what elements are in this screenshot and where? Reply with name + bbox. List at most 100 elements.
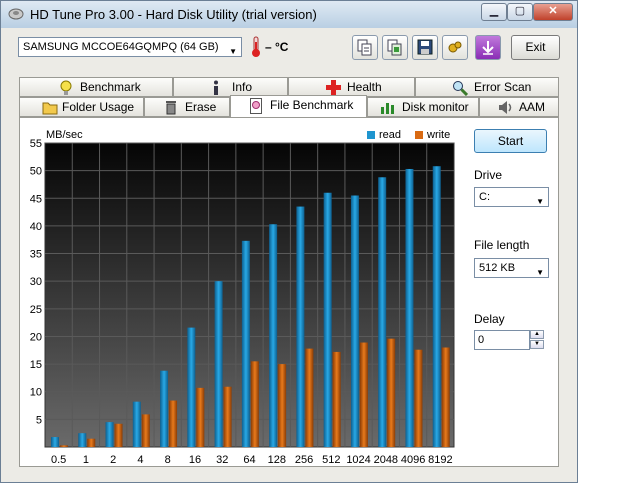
save-button[interactable] xyxy=(412,35,438,60)
tab-label: Health xyxy=(347,80,382,94)
legend-write-swatch xyxy=(415,131,423,139)
tab-info[interactable]: Info xyxy=(173,77,288,97)
x-tick-label: 128 xyxy=(268,454,286,466)
start-button[interactable]: Start xyxy=(474,129,547,153)
bar-read xyxy=(132,401,141,447)
tab-label: File Benchmark xyxy=(270,98,354,112)
drive-dropdown-value: SAMSUNG MCCOE64GQMPQ (64 GB) xyxy=(23,41,219,53)
temperature-readout: – °C xyxy=(265,40,289,54)
thermometer-icon xyxy=(252,36,260,57)
file-length-value: 512 KB xyxy=(479,262,516,274)
delay-value: 0 xyxy=(478,334,485,346)
bar-write xyxy=(223,386,232,447)
bar-write xyxy=(359,342,368,447)
tab-error-scan[interactable]: Error Scan xyxy=(415,77,559,97)
tab-aam[interactable]: AAM xyxy=(479,97,559,117)
tab-label: AAM xyxy=(519,100,546,114)
drive-dropdown[interactable]: SAMSUNG MCCOE64GQMPQ (64 GB) ▼ xyxy=(18,37,242,57)
bar-write xyxy=(387,338,396,447)
bar-write xyxy=(114,423,123,447)
bar-read xyxy=(323,192,332,447)
bar-write xyxy=(250,361,259,447)
bar-read xyxy=(350,195,359,447)
y-tick-label: 35 xyxy=(30,249,42,261)
delay-input[interactable]: 0 xyxy=(474,330,530,350)
tab-benchmark[interactable]: Benchmark xyxy=(19,77,173,97)
bar-read xyxy=(269,224,278,447)
bar-write xyxy=(414,349,423,447)
x-tick-label: 0.5 xyxy=(51,454,66,466)
y-tick-label: 55 xyxy=(30,139,42,150)
chevron-down-icon: ▼ xyxy=(536,197,544,206)
bar-write xyxy=(305,348,314,447)
bar-write xyxy=(441,347,450,447)
info-icon xyxy=(214,80,218,95)
bar-read xyxy=(214,281,223,447)
options-icon xyxy=(448,41,462,53)
spin-up-button[interactable]: ▲ xyxy=(530,330,544,339)
x-tick-label: 1 xyxy=(83,454,89,466)
health-cross-icon xyxy=(326,80,341,95)
maximize-button[interactable]: ▢ xyxy=(507,3,533,21)
tab-label: Erase xyxy=(185,100,217,114)
x-tick-label: 2048 xyxy=(374,454,398,466)
bar-write xyxy=(196,387,205,447)
chevron-down-icon: ▼ xyxy=(229,47,237,56)
drive-letter-value: C: xyxy=(479,191,490,203)
close-button[interactable]: ✕ xyxy=(533,3,573,21)
bar-write xyxy=(60,445,68,447)
x-tick-label: 64 xyxy=(243,454,255,466)
tab-label: Error Scan xyxy=(474,80,532,94)
tab-folder-usage[interactable]: Folder Usage xyxy=(19,97,144,117)
app-window: HD Tune Pro 3.00 - Hard Disk Utility (tr… xyxy=(0,0,578,483)
x-tick-label: 32 xyxy=(216,454,228,466)
benchmark-chart: 5 10 15 20 25 30 35 40 45 50 55 0.5 1 2 4 8 16 32 64 128 256… xyxy=(30,139,455,466)
bar-chart-icon xyxy=(381,103,394,114)
bar-write xyxy=(169,400,178,447)
x-tick-label: 4 xyxy=(137,454,143,466)
bar-read xyxy=(187,327,196,447)
tab-file-benchmark[interactable]: File Benchmark xyxy=(230,95,367,117)
bar-write xyxy=(332,351,341,447)
save-icon xyxy=(417,39,433,55)
speaker-icon xyxy=(499,101,512,114)
tab-health[interactable]: Health xyxy=(288,77,415,97)
tab-erase[interactable]: Erase xyxy=(144,97,230,117)
x-tick-label: 512 xyxy=(322,454,340,466)
bar-read xyxy=(78,433,87,447)
file-length-dropdown[interactable]: 512 KB ▼ xyxy=(474,258,549,278)
exit-button[interactable]: Exit xyxy=(511,35,560,60)
bar-read xyxy=(51,437,59,447)
tab-disk-monitor[interactable]: Disk monitor xyxy=(367,97,479,117)
bar-read xyxy=(296,206,305,447)
app-icon xyxy=(8,8,24,20)
x-tick-label: 2 xyxy=(110,454,116,466)
bar-read xyxy=(378,177,387,447)
x-tick-label: 8192 xyxy=(428,454,452,466)
x-tick-label: 256 xyxy=(295,454,313,466)
spin-down-button[interactable]: ▼ xyxy=(530,340,544,349)
copy-screen-button[interactable] xyxy=(382,35,408,60)
x-tick-label: 8 xyxy=(165,454,171,466)
tab-label: Folder Usage xyxy=(62,100,135,114)
folder-icon xyxy=(42,102,58,115)
copy-text-button[interactable] xyxy=(352,35,378,60)
legend-read-swatch xyxy=(367,131,375,139)
toolbar: SAMSUNG MCCOE64GQMPQ (64 GB) ▼ – °C Exit xyxy=(1,28,577,70)
y-tick-label: 30 xyxy=(30,276,42,288)
file-bulb-icon xyxy=(250,98,262,114)
bar-read xyxy=(241,240,250,447)
bar-write xyxy=(278,364,287,447)
minimize-button[interactable]: ▁ xyxy=(481,3,507,21)
options-button[interactable] xyxy=(442,35,468,60)
drive-letter-dropdown[interactable]: C: ▼ xyxy=(474,187,549,207)
tab-label: Benchmark xyxy=(80,80,141,94)
download-button[interactable] xyxy=(475,35,501,60)
close-icon: ✕ xyxy=(548,5,558,17)
delay-label: Delay xyxy=(474,312,505,326)
bar-read xyxy=(432,166,441,447)
title-bar: HD Tune Pro 3.00 - Hard Disk Utility (tr… xyxy=(1,1,577,28)
download-icon xyxy=(482,41,494,55)
y-tick-label: 45 xyxy=(30,193,42,205)
trash-icon xyxy=(166,101,176,115)
